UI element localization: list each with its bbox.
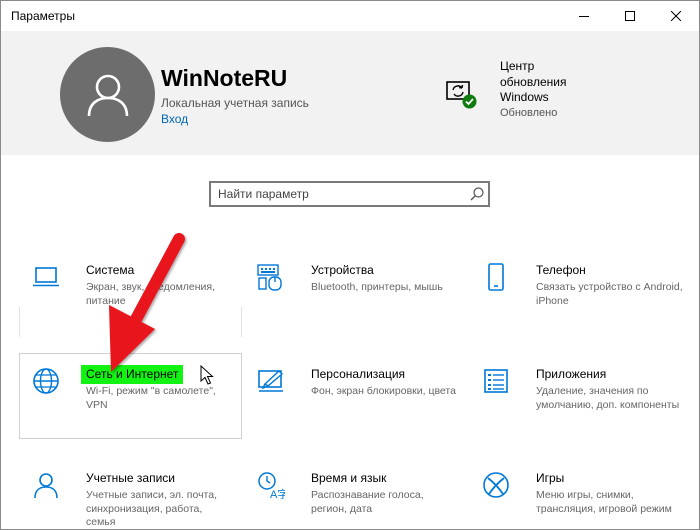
tile-title: Учетные записи [86,471,175,485]
signin-link[interactable]: Вход [161,112,188,126]
person-icon [34,473,58,499]
tile-description: Удаление, значения по умолчанию, доп. ко… [536,385,680,411]
devices-icon [257,264,282,291]
tile-title: Персонализация [311,367,406,381]
minimize-icon [579,16,589,17]
tile-title: Устройства [311,263,374,277]
close-button[interactable] [653,1,699,31]
tile-description: Wi-Fi, режим "в самолете", VPN [86,385,216,411]
maximize-button[interactable] [607,1,653,31]
laptop-icon [33,267,59,287]
tile-devices[interactable]: Устройства Bluetooth, принтеры, мышь [257,263,457,323]
tile-accounts[interactable]: Учетные записи Учетные записи, эл. почта… [32,471,232,529]
xbox-icon [483,472,509,498]
tile-time-language[interactable]: A字 Время и язык Распознавание голоса, ре… [257,471,457,529]
mouse-cursor-icon [200,365,214,385]
account-type: Локальная учетная запись [161,96,309,110]
tile-title: Система [86,263,135,277]
user-icon [87,74,128,116]
phone-icon [488,263,504,291]
user-name: WinNoteRU [161,65,288,91]
tile-title: Приложения [536,367,607,381]
update-title[interactable]: Центр обновления Windows [500,59,590,106]
user-avatar[interactable] [60,47,155,142]
minimize-button[interactable] [561,1,607,31]
tile-description: Bluetooth, принтеры, мышь [311,281,443,293]
tile-title: Игры [536,471,565,485]
tile-apps[interactable]: Приложения Удаление, значения по умолчан… [482,367,682,427]
globe-icon [33,368,59,394]
highlighted-label: Сеть и Интернет [81,365,184,384]
tile-gaming[interactable]: Игры Меню игры, снимки, трансляция, игро… [482,471,682,529]
tile-phone[interactable]: Телефон Связать устройство с Android, iP… [482,263,683,323]
maximize-icon [625,11,635,21]
tile-description: Фон, экран блокировки, цвета [311,385,456,397]
search-icon[interactable] [469,186,485,202]
tile-title: Телефон [536,263,586,277]
search-placeholder: Найти параметр [218,187,309,201]
tile-description: Связать устройство с Android, iPhone [536,281,683,307]
update-status: Обновлено [500,107,558,119]
tile-title: Время и язык [311,471,387,485]
tile-personalization[interactable]: Персонализация Фон, экран блокировки, цв… [257,367,457,427]
windows-update-icon[interactable] [445,77,479,111]
apps-icon [484,369,508,393]
time-language-icon: A字 [258,472,285,499]
tile-system[interactable]: Система Экран, звук, уведомления, питани… [32,263,232,323]
svg-text:A字: A字 [270,487,285,499]
tile-description: Учетные записи, эл. почта, синхронизация… [86,489,217,528]
close-icon [671,11,681,21]
tile-description: Меню игры, снимки, трансляция, игровой р… [536,489,672,515]
settings-window: Параметры WinNoteRU Локальная учетная за… [0,0,700,530]
tile-description: Экран, звук, уведомления, питание [86,281,216,307]
tile-description: Распознавание голоса, регион, дата [311,489,424,515]
search-input[interactable]: Найти параметр [209,181,490,207]
title-bar[interactable]: Параметры [1,1,699,31]
tile-title: Сеть и Интернет [81,365,184,384]
window-title: Параметры [11,9,75,23]
personalization-icon [258,370,284,392]
